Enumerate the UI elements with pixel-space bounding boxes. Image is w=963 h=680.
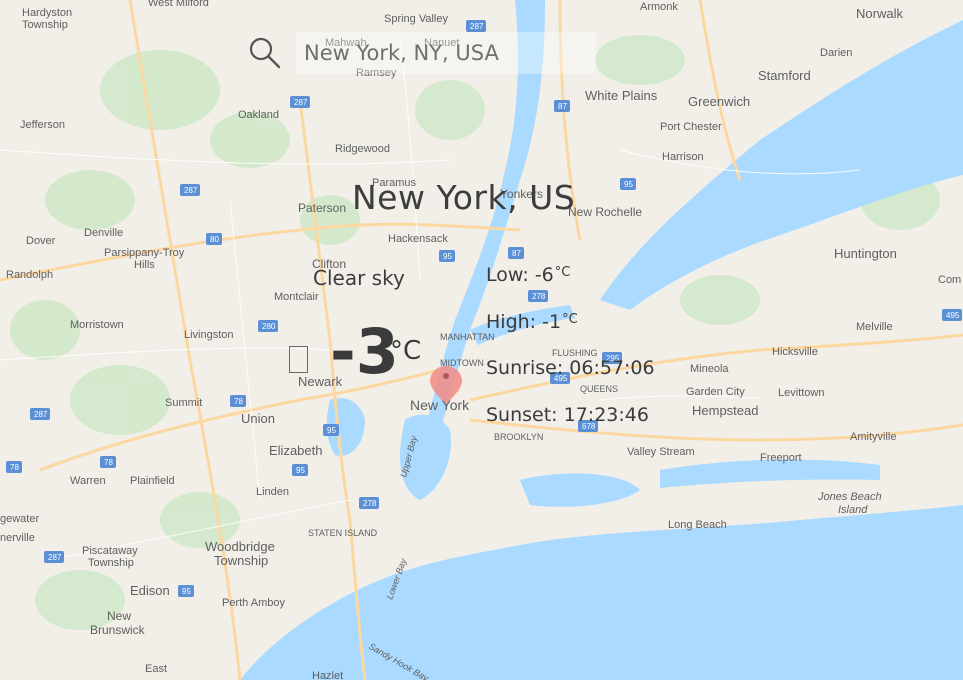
weather-details: Low: -6°C High: -1°C Sunrise: 06:57:06 S… <box>486 264 686 450</box>
svg-text:Elizabeth: Elizabeth <box>269 443 322 458</box>
svg-text:87: 87 <box>558 102 567 111</box>
svg-text:Union: Union <box>241 411 275 426</box>
svg-text:Com: Com <box>938 274 961 286</box>
svg-text:Port Chester: Port Chester <box>660 121 722 133</box>
svg-text:Darien: Darien <box>820 47 852 59</box>
svg-text:Summit: Summit <box>165 397 202 409</box>
svg-text:Greenwich: Greenwich <box>688 94 750 109</box>
svg-text:Oakland: Oakland <box>238 109 279 121</box>
svg-text:Jefferson: Jefferson <box>20 119 65 131</box>
svg-text:78: 78 <box>234 397 243 406</box>
weather-condition: Clear sky <box>313 266 405 290</box>
svg-text:Hardyston: Hardyston <box>22 7 72 19</box>
svg-text:gewater: gewater <box>0 513 39 525</box>
svg-text:White Plains: White Plains <box>585 88 658 103</box>
svg-text:Armonk: Armonk <box>640 1 678 13</box>
svg-text:95: 95 <box>182 587 191 596</box>
svg-text:Hackensack: Hackensack <box>388 233 448 245</box>
svg-text:Ridgewood: Ridgewood <box>335 143 390 155</box>
svg-text:Randolph: Randolph <box>6 269 53 281</box>
high-temperature-unit: °C <box>562 311 578 327</box>
svg-text:New: New <box>107 609 131 623</box>
svg-text:287: 287 <box>294 98 308 107</box>
svg-text:78: 78 <box>104 458 113 467</box>
svg-text:Edison: Edison <box>130 583 170 598</box>
svg-text:78: 78 <box>10 463 19 472</box>
svg-text:95: 95 <box>327 426 336 435</box>
low-temperature-unit: °C <box>554 265 571 280</box>
svg-text:Township: Township <box>22 19 68 31</box>
search-icon[interactable] <box>248 36 282 70</box>
svg-text:Harrison: Harrison <box>662 151 704 163</box>
search-bar <box>240 26 640 80</box>
svg-text:Hazlet: Hazlet <box>312 670 343 680</box>
svg-text:New York: New York <box>410 397 470 413</box>
svg-text:STATEN ISLAND: STATEN ISLAND <box>308 528 378 538</box>
svg-text:287: 287 <box>184 186 198 195</box>
svg-text:Norwalk: Norwalk <box>856 6 903 21</box>
svg-text:Plainfield: Plainfield <box>130 475 175 487</box>
temperature-unit: °C <box>390 336 422 366</box>
svg-text:287: 287 <box>48 553 62 562</box>
svg-text:Paterson: Paterson <box>298 201 346 215</box>
svg-text:Parsippany-Troy: Parsippany-Troy <box>104 247 185 259</box>
svg-text:Amityville: Amityville <box>850 431 896 443</box>
svg-text:Linden: Linden <box>256 486 289 498</box>
svg-text:95: 95 <box>443 252 452 261</box>
svg-text:Township: Township <box>214 553 268 568</box>
svg-text:Spring Valley: Spring Valley <box>384 13 448 25</box>
svg-text:Jones Beach: Jones Beach <box>817 491 882 503</box>
location-search-input[interactable] <box>296 32 596 74</box>
svg-text:Livingston: Livingston <box>184 329 234 341</box>
weather-condition-icon <box>289 346 308 373</box>
low-temperature: Low: -6°C <box>486 264 686 287</box>
svg-text:Piscataway: Piscataway <box>82 545 138 557</box>
svg-text:Warren: Warren <box>70 475 106 487</box>
svg-text:95: 95 <box>624 180 633 189</box>
svg-text:Brunswick: Brunswick <box>90 623 146 637</box>
city-title: New York, US <box>352 178 576 217</box>
sunrise-time: Sunrise: 06:57:06 <box>486 357 655 379</box>
svg-text:Freeport: Freeport <box>760 452 802 464</box>
svg-text:278: 278 <box>363 499 377 508</box>
svg-text:nerville: nerville <box>0 532 35 544</box>
map-background[interactable]: Hardyston Township West Milford Spring V… <box>0 0 963 680</box>
svg-text:Mineola: Mineola <box>690 363 729 375</box>
svg-text:Huntington: Huntington <box>834 246 897 261</box>
current-temperature: -3 <box>330 315 399 388</box>
svg-text:80: 80 <box>210 235 219 244</box>
svg-text:Garden City: Garden City <box>686 386 745 398</box>
svg-text:Hempstead: Hempstead <box>692 403 758 418</box>
svg-text:New Rochelle: New Rochelle <box>568 205 642 219</box>
svg-text:280: 280 <box>262 322 276 331</box>
low-temperature-value: Low: -6 <box>486 264 554 286</box>
svg-text:87: 87 <box>512 249 521 258</box>
svg-text:95: 95 <box>296 466 305 475</box>
svg-text:Levittown: Levittown <box>778 387 824 399</box>
svg-text:Woodbridge: Woodbridge <box>205 539 275 554</box>
svg-text:Perth Amboy: Perth Amboy <box>222 597 285 609</box>
svg-text:Denville: Denville <box>84 227 123 239</box>
high-temperature: High: -1°C <box>486 311 686 334</box>
svg-text:Hills: Hills <box>134 259 155 271</box>
sunset-time: Sunset: 17:23:46 <box>486 403 649 426</box>
svg-text:East: East <box>145 663 167 675</box>
svg-text:495: 495 <box>946 311 960 320</box>
svg-text:287: 287 <box>34 410 48 419</box>
svg-text:Long Beach: Long Beach <box>668 519 727 531</box>
svg-text:Stamford: Stamford <box>758 68 811 83</box>
svg-text:Morristown: Morristown <box>70 319 124 331</box>
svg-text:Dover: Dover <box>26 235 56 247</box>
svg-text:Melville: Melville <box>856 321 893 333</box>
svg-text:Township: Township <box>88 557 134 569</box>
svg-text:West Milford: West Milford <box>148 0 209 9</box>
high-temperature-value: High: -1 <box>486 310 562 333</box>
svg-text:Island: Island <box>838 504 868 516</box>
svg-text:Montclair: Montclair <box>274 291 319 303</box>
svg-text:Hicksville: Hicksville <box>772 346 818 358</box>
